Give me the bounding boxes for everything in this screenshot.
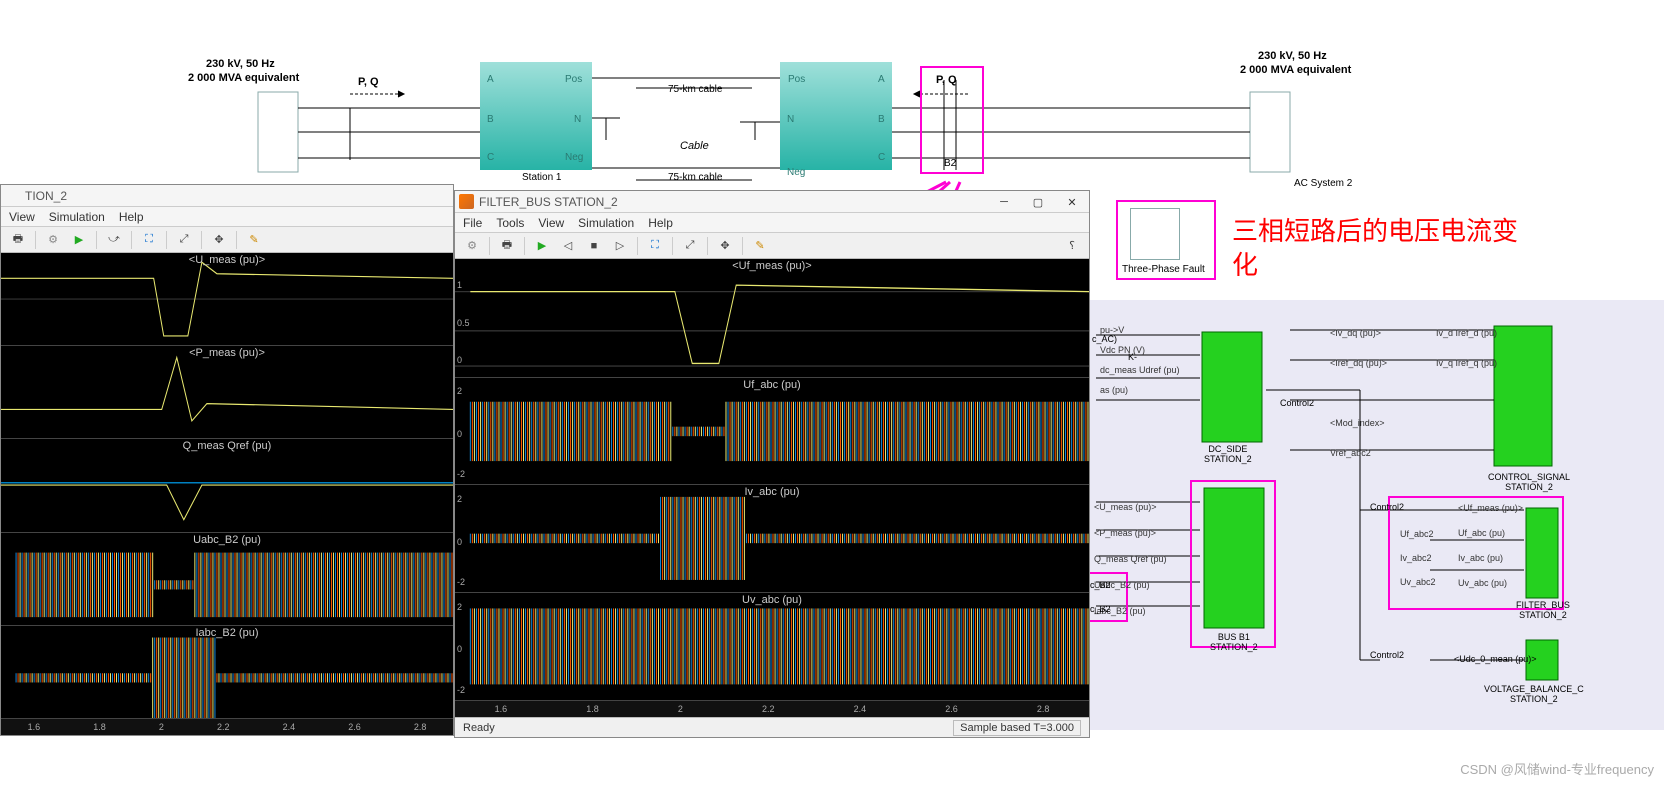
svg-text:A: A	[878, 74, 885, 85]
plot-q-meas[interactable]: Q_meas Qref (pu)	[1, 439, 453, 532]
tag-cac: c_AC)	[1092, 334, 1117, 344]
autoscale-icon[interactable]: ⤢	[173, 229, 195, 251]
sig-mid-col: <Iv_dq (pu)> <Iref_dq (pu)> <Mod_index> …	[1330, 318, 1387, 468]
svg-text:C: C	[487, 152, 494, 163]
plot-iv-abc[interactable]: Iv_abc (pu) 2 0 -2	[455, 485, 1089, 593]
ctrl-sig-label: CONTROL_SIGNAL STATION_2	[1488, 472, 1570, 492]
zoom-region-icon[interactable]: ⛶	[644, 235, 666, 257]
dc-side-label: DC_SIDE STATION_2	[1204, 444, 1252, 464]
help-icon[interactable]: ؟	[1061, 235, 1083, 257]
goto-tags: Uf_abc2 Iv_abc2 Uv_abc2	[1400, 522, 1436, 594]
plot-u-meas[interactable]: <U_meas (pu)>	[1, 253, 453, 346]
step-fwd-icon[interactable]: ⤻	[103, 229, 125, 251]
scope-left-title: TION_2	[1, 185, 453, 207]
src2-line2: 2 000 MVA equivalent	[1240, 64, 1351, 76]
scope-left-xaxis: 1.61.8 22.2 2.42.6 2.8	[1, 719, 453, 735]
volt-bal-label: VOLTAGE_BALANCE_C STATION_2	[1484, 684, 1584, 704]
plot-uf-abc[interactable]: Uf_abc (pu) 2 0 -2	[455, 378, 1089, 486]
scope-left-toolbar[interactable]: 🖶 ⚙ ▶ ⤻ ⛶ ⤢ ✥ ✎	[1, 227, 453, 253]
cursor-icon[interactable]: ✥	[714, 235, 736, 257]
scope-right-status: Ready Sample based T=3.000	[455, 717, 1089, 737]
control2-tag-1: Control2	[1370, 502, 1404, 512]
run-icon[interactable]: ▶	[531, 235, 553, 257]
cable-top: 75-km cable	[668, 84, 722, 95]
sig-fb-col: <Uf_meas (pu)> Uf_abc (pu) Iv_abc (pu) U…	[1458, 496, 1523, 596]
cable-mid: Cable	[680, 140, 709, 152]
svg-text:B: B	[878, 114, 885, 125]
plot-p-meas[interactable]: <P_meas (pu)>	[1, 346, 453, 439]
menu-view[interactable]: View	[538, 216, 564, 230]
gear-icon[interactable]: ⚙	[461, 235, 483, 257]
highlight-fault	[1116, 200, 1216, 280]
svg-text:Pos: Pos	[788, 74, 805, 85]
highlight-icon[interactable]: ✎	[749, 235, 771, 257]
control2-tag-2: Control2	[1370, 650, 1404, 660]
ac-sys2-label: AC System 2	[1294, 178, 1352, 189]
zoom-select-icon[interactable]: ⛶	[138, 229, 160, 251]
autoscale-icon[interactable]: ⤢	[679, 235, 701, 257]
scope-right[interactable]: FILTER_BUS STATION_2 ─ ▢ ✕ File Tools Vi…	[454, 190, 1090, 738]
print-icon[interactable]: 🖶	[7, 229, 29, 251]
highlight-busb1	[1190, 480, 1276, 648]
plot-uv-abc[interactable]: Uv_abc (pu) 2 0 -2	[455, 593, 1089, 701]
svg-text:Neg: Neg	[787, 167, 805, 178]
svg-text:B: B	[487, 114, 494, 125]
svg-text:Neg: Neg	[565, 152, 583, 163]
menu-view[interactable]: View	[9, 210, 35, 224]
svg-text:C: C	[878, 152, 885, 163]
scope-right-plots[interactable]: <Uf_meas (pu)> 1 0.5 0 Uf_abc (pu) 2 0 -…	[455, 259, 1089, 717]
tag-cb2b: c_B2	[1090, 604, 1111, 614]
plot-iabc-b2[interactable]: Iabc_B2 (pu)	[1, 626, 453, 719]
plot-uabc-b2[interactable]: Uabc_B2 (pu)	[1, 533, 453, 626]
menu-simulation[interactable]: Simulation	[49, 210, 105, 224]
gain-k: K-	[1128, 352, 1137, 362]
src1-line2: 2 000 MVA equivalent	[188, 72, 299, 84]
scope-right-toolbar[interactable]: ⚙ 🖶 ▶ ◁ ■ ▷ ⛶ ⤢ ✥ ✎ ؟	[455, 233, 1089, 259]
pq-left: P, Q	[358, 76, 379, 88]
src2-line1: 230 kV, 50 Hz	[1258, 50, 1327, 62]
svg-text:Pos: Pos	[565, 74, 582, 85]
plot-uf-meas[interactable]: <Uf_meas (pu)> 1 0.5 0	[455, 259, 1089, 378]
scope-left-plots[interactable]: <U_meas (pu)> <P_meas (pu)> Q_meas Qref …	[1, 253, 453, 735]
sig-far-col: Iv_d Iref_d (pu) Iv_q Iref_q (pu)	[1436, 318, 1497, 378]
stop-icon[interactable]: ■	[583, 235, 605, 257]
matlab-icon	[459, 194, 474, 209]
svg-text:N: N	[787, 114, 794, 125]
cable-bot: 75-km cable	[668, 172, 722, 183]
step-fwd-icon[interactable]: ▷	[609, 235, 631, 257]
scope-left-menubar[interactable]: View Simulation Help	[1, 207, 453, 227]
station1-label: Station 1	[522, 172, 561, 183]
scope-left[interactable]: TION_2 View Simulation Help 🖶 ⚙ ▶ ⤻ ⛶ ⤢ …	[0, 184, 454, 736]
bus-b1-label: BUS B1 STATION_2	[1210, 632, 1258, 652]
tag-cb2a: c_B2	[1090, 580, 1111, 590]
maximize-button[interactable]: ▢	[1021, 191, 1055, 213]
svg-text:N: N	[574, 114, 581, 125]
print-icon[interactable]: 🖶	[496, 235, 518, 257]
close-button[interactable]: ✕	[1055, 191, 1089, 213]
filter-bus-label: FILTER_BUS STATION_2	[1516, 600, 1570, 620]
scope-right-titlebar[interactable]: FILTER_BUS STATION_2 ─ ▢ ✕	[455, 191, 1089, 213]
scope-right-xaxis: 1.61.8 22.2 2.42.6 2.8	[455, 701, 1089, 717]
menu-simulation[interactable]: Simulation	[578, 216, 634, 230]
run-icon[interactable]: ▶	[68, 229, 90, 251]
sig-left-col: pu->V Vdc PN (V) dc_meas Udref (pu) as (…	[1100, 320, 1180, 400]
annotation-chinese: 三相短路后的电压电流变化	[1232, 214, 1532, 282]
step-back-icon[interactable]: ◁	[557, 235, 579, 257]
menu-tools[interactable]: Tools	[496, 216, 524, 230]
src1-line1: 230 kV, 50 Hz	[206, 58, 275, 70]
menu-help[interactable]: Help	[119, 210, 144, 224]
minimize-button[interactable]: ─	[987, 191, 1021, 213]
highlight-icon[interactable]: ✎	[243, 229, 265, 251]
menu-file[interactable]: File	[463, 216, 482, 230]
highlight-b2	[920, 66, 984, 174]
gear-icon[interactable]: ⚙	[42, 229, 64, 251]
menu-help[interactable]: Help	[648, 216, 673, 230]
udc-mean-label: <Udc_0_mean (pu)>	[1454, 654, 1537, 664]
scope-right-menubar[interactable]: File Tools View Simulation Help	[455, 213, 1089, 233]
cursor-icon[interactable]: ✥	[208, 229, 230, 251]
svg-text:A: A	[487, 74, 494, 85]
control2-tag-0: Control2	[1280, 398, 1314, 408]
scope-right-title-text: FILTER_BUS STATION_2	[479, 195, 618, 209]
